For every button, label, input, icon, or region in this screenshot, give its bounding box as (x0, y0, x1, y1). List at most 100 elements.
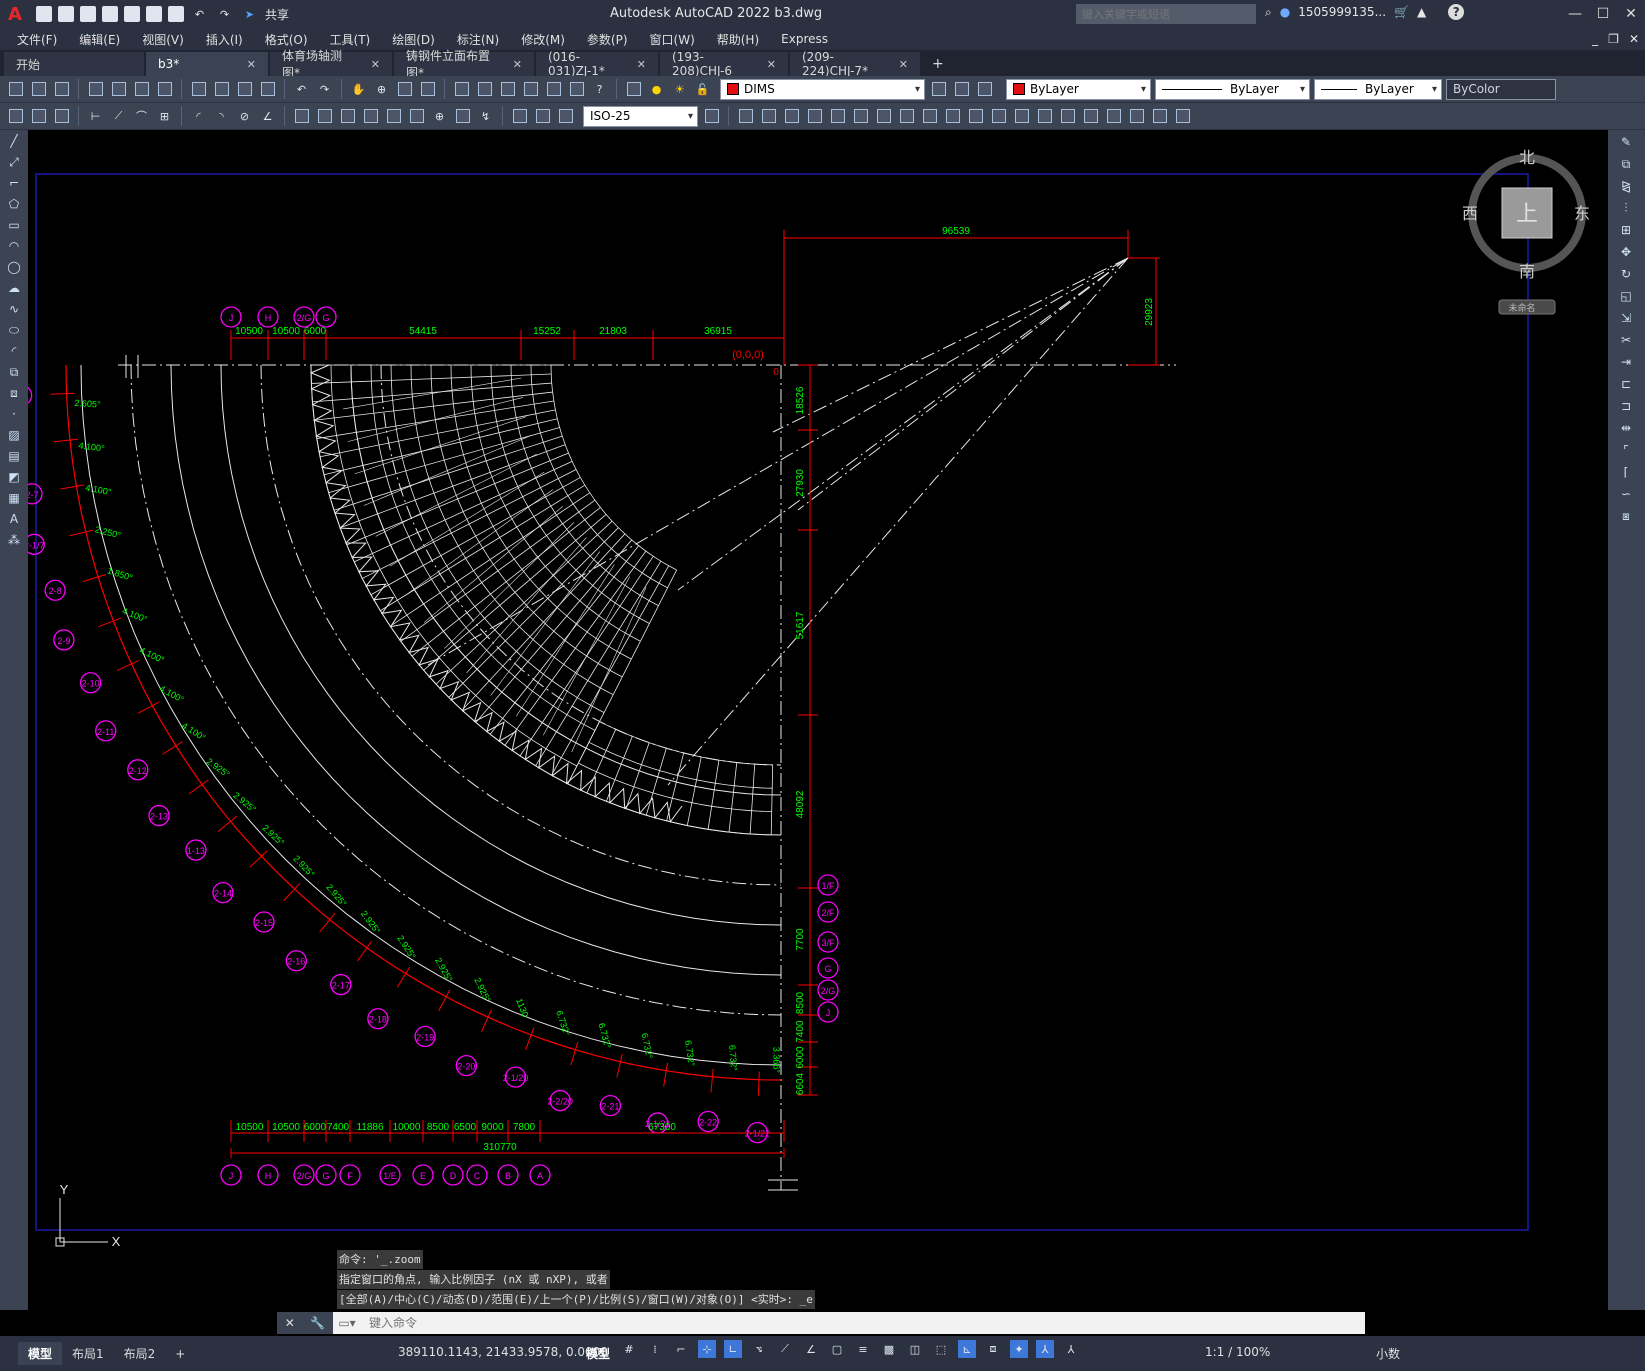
menu-express[interactable]: Express (770, 32, 839, 46)
construction-line-icon[interactable]: ⤢ (3, 152, 25, 172)
layer-on-icon[interactable]: ● (647, 80, 666, 99)
trim-icon[interactable] (943, 107, 962, 126)
lineweight-icon[interactable]: ≡ (854, 1340, 872, 1358)
paste-icon[interactable] (235, 80, 254, 99)
menu-help[interactable]: 帮助(H) (706, 31, 770, 48)
auto-scale-icon[interactable]: ⅄ (1062, 1340, 1080, 1358)
line-icon[interactable]: ╱ (3, 131, 25, 151)
tab-b3[interactable]: b3* ✕ (146, 52, 268, 76)
dim-linear-icon[interactable]: ⊢ (86, 107, 105, 126)
join-icon[interactable] (1012, 107, 1031, 126)
dim-ordinate-icon[interactable]: ⊞ (155, 107, 174, 126)
center-mark-icon[interactable]: ⊕ (430, 107, 449, 126)
polar-icon[interactable]: ⦪ (750, 1340, 768, 1358)
erase-icon[interactable] (736, 107, 755, 126)
fillet-icon[interactable]: ⌈ (1614, 462, 1638, 482)
pan-icon[interactable]: ✋ (349, 80, 368, 99)
save-icon[interactable] (52, 80, 71, 99)
sheet-set-icon[interactable] (521, 80, 540, 99)
break-point-icon[interactable]: ⊏ (1614, 374, 1638, 394)
layout-tab-model[interactable]: 模型 (18, 1342, 63, 1365)
lineweight-dropdown[interactable]: ByLayer (1314, 78, 1442, 100)
publish-icon[interactable] (124, 6, 140, 22)
annotation-visibility-icon[interactable]: ⅄ (1036, 1340, 1054, 1358)
gradient-icon[interactable]: ▤ (3, 446, 25, 466)
layer-states-icon[interactable] (975, 80, 994, 99)
close-tab-icon[interactable]: ✕ (899, 58, 908, 71)
dim-jogged-icon[interactable]: ◝ (212, 107, 231, 126)
tool-palettes-icon[interactable] (498, 80, 517, 99)
tolerance-icon[interactable] (407, 107, 426, 126)
draw-order-icon[interactable] (6, 107, 25, 126)
tab-stadium-axonometric[interactable]: 体育场轴测图* ✕ (270, 49, 392, 80)
save-as-icon[interactable] (102, 6, 118, 22)
close-tab-icon[interactable]: ✕ (371, 58, 380, 71)
make-block-icon[interactable]: ⧈ (3, 383, 25, 403)
tab-chj7[interactable]: (209-224)CHJ-7* ✕ (790, 50, 920, 78)
color-dropdown[interactable]: ByLayer (1006, 78, 1151, 100)
attdef-icon[interactable] (1150, 107, 1169, 126)
new-file-icon[interactable] (36, 6, 52, 22)
dim-edit-icon[interactable] (510, 107, 529, 126)
explode-icon[interactable]: ⧆ (1614, 506, 1638, 526)
compass-south[interactable]: 南 (1519, 262, 1535, 281)
user-icon[interactable]: ● (1280, 5, 1290, 19)
ortho-icon[interactable]: ∟ (724, 1340, 742, 1358)
hatch-icon[interactable]: ▨ (3, 425, 25, 445)
preview-icon[interactable] (109, 80, 128, 99)
quick-dim-icon[interactable] (292, 107, 311, 126)
markup-icon[interactable] (544, 80, 563, 99)
save-icon[interactable] (80, 6, 96, 22)
arc-icon[interactable]: ◠ (3, 236, 25, 256)
insert-icon[interactable] (1127, 107, 1146, 126)
dynamic-input-icon[interactable]: ⊹ (698, 1340, 716, 1358)
layer-unlock-icon[interactable]: 🔓 (693, 80, 712, 99)
search-icon[interactable]: ⌕ (1265, 5, 1272, 20)
menu-file[interactable]: 文件(F) (6, 31, 68, 48)
close-tab-icon[interactable]: ✕ (513, 58, 522, 71)
plot-icon[interactable] (86, 80, 105, 99)
zoom-realtime-icon[interactable]: ⊕ (372, 80, 391, 99)
ellipse-arc-icon[interactable]: ◜ (3, 341, 25, 361)
open-icon[interactable] (29, 80, 48, 99)
circle-icon[interactable]: ◯ (3, 257, 25, 277)
insert-block-icon[interactable]: ⧉ (3, 362, 25, 382)
3d-osnap-icon[interactable]: ⬚ (932, 1340, 950, 1358)
help-icon[interactable]: ? (1448, 4, 1465, 20)
layer-dropdown[interactable]: DIMS (720, 78, 925, 100)
user-name[interactable]: 1505999135... (1298, 5, 1386, 19)
chamfer-icon[interactable] (1035, 107, 1054, 126)
scale-icon[interactable]: ◱ (1614, 286, 1638, 306)
text-front-icon[interactable] (29, 107, 48, 126)
mirror-icon[interactable]: ⧎ (1614, 176, 1638, 196)
dim-baseline-icon[interactable] (315, 107, 334, 126)
layout-tab-2[interactable]: 布局2 (114, 1342, 166, 1365)
break-icon[interactable]: ⊐ (1614, 396, 1638, 416)
dim-arc-icon[interactable]: ⌒ (132, 107, 151, 126)
jogged-linear-icon[interactable]: ↯ (476, 107, 495, 126)
close-command-icon[interactable]: ✕ (285, 1316, 295, 1330)
doc-minimize-icon[interactable]: _ (1592, 32, 1598, 46)
menu-window[interactable]: 窗口(W) (639, 31, 706, 48)
menu-dimension[interactable]: 标注(N) (446, 31, 510, 48)
snap-icon[interactable]: ⁞ (646, 1340, 664, 1358)
tab-chj6[interactable]: (193-208)CHJ-6 ✕ (660, 50, 788, 78)
object-snap-icon[interactable]: ▢ (828, 1340, 846, 1358)
drawing-canvas[interactable]: 10500 10500 6000 54415 15252 21803 36915 J H 2/G G… (28, 130, 1608, 1310)
explode-icon[interactable] (1081, 107, 1100, 126)
dimstyle-dropdown[interactable]: ISO-25 (583, 105, 698, 127)
mtext-icon[interactable]: A (3, 509, 25, 529)
close-tab-icon[interactable]: ✕ (767, 58, 776, 71)
compass-north[interactable]: 北 (1519, 148, 1535, 167)
open-folder-icon[interactable] (58, 6, 74, 22)
menu-tools[interactable]: 工具(T) (319, 31, 382, 48)
add-layout-icon[interactable]: + (165, 1344, 195, 1364)
selection-cycling-icon[interactable]: ◫ (906, 1340, 924, 1358)
dim-space-icon[interactable] (361, 107, 380, 126)
apps-icon[interactable]: ▲ (1417, 5, 1426, 19)
coordinate-readout[interactable]: 389110.1143, 21433.9578, 0.0000 (398, 1345, 608, 1359)
dim-text-edit-icon[interactable] (533, 107, 552, 126)
table-icon[interactable]: ▦ (3, 488, 25, 508)
offset-icon[interactable]: ⫶ (1614, 198, 1638, 218)
linetype-dropdown[interactable]: ByLayer (1155, 78, 1310, 100)
